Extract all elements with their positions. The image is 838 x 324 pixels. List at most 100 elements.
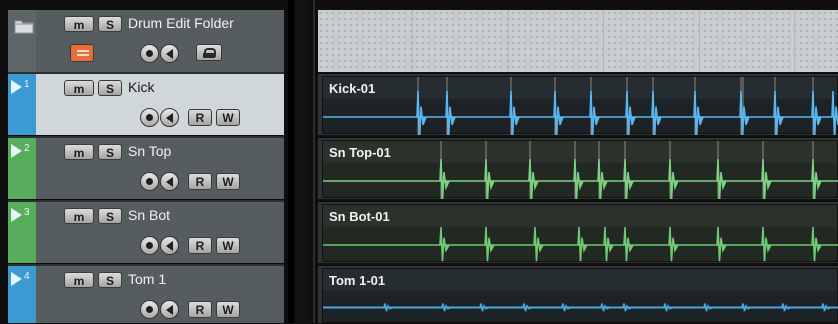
waveform-transient xyxy=(561,303,572,312)
audio-event-sn-bot-01[interactable]: Sn Bot-01 xyxy=(322,204,838,262)
waveform-transient xyxy=(739,90,750,135)
waveform-transient xyxy=(761,226,772,262)
track-divider xyxy=(8,264,284,266)
track-header-kick[interactable]: 1 m S Kick R W xyxy=(8,74,284,135)
folder-icon[interactable] xyxy=(14,18,34,34)
track-name[interactable]: Sn Top xyxy=(128,143,171,159)
track-color-strip[interactable]: 1 xyxy=(8,74,36,135)
waveform-transient xyxy=(445,90,456,135)
record-enable-button[interactable] xyxy=(140,108,159,127)
track-number: 2 xyxy=(24,143,30,154)
track-number: 3 xyxy=(24,207,30,218)
monitor-button[interactable] xyxy=(160,300,179,319)
waveform-transient xyxy=(484,226,495,262)
monitor-button[interactable] xyxy=(160,172,179,191)
record-enable-button[interactable] xyxy=(140,236,159,255)
folder-mute-button[interactable]: m xyxy=(64,16,94,32)
write-automation-button[interactable]: W xyxy=(216,301,240,318)
mute-button[interactable]: m xyxy=(64,144,94,160)
waveform-transient xyxy=(821,303,832,312)
waveform-transient xyxy=(589,90,600,135)
folder-track-lane[interactable] xyxy=(318,10,838,72)
waveform xyxy=(323,77,838,135)
record-enable-button[interactable] xyxy=(140,172,159,191)
solo-button[interactable]: S xyxy=(98,272,122,288)
audio-event-sn-top-01[interactable]: Sn Top-01 xyxy=(322,140,838,199)
monitor-button[interactable] xyxy=(160,108,179,127)
write-automation-button[interactable]: W xyxy=(216,237,240,254)
waveform-transient xyxy=(625,90,636,135)
waveform xyxy=(323,141,838,199)
play-triangle-icon[interactable] xyxy=(11,80,22,94)
play-triangle-icon[interactable] xyxy=(11,208,22,222)
waveform-transient xyxy=(663,303,674,312)
track-list-divider[interactable] xyxy=(288,0,294,323)
waveform-transient xyxy=(522,303,533,312)
track-header-tom-1[interactable]: 4 m S Tom 1 R W xyxy=(8,266,284,323)
waveform-transient xyxy=(577,226,588,262)
track-name[interactable]: Tom 1 xyxy=(128,271,166,287)
folder-track-controls: m S Drum Edit Folder xyxy=(36,10,284,72)
grid-line xyxy=(603,10,604,72)
read-automation-button[interactable]: R xyxy=(188,237,212,254)
waveform-transient xyxy=(623,226,634,262)
event-name: Kick-01 xyxy=(329,81,376,96)
read-automation-button[interactable]: R xyxy=(188,109,212,126)
event-display-border xyxy=(296,0,310,323)
track-color-strip[interactable]: 3 xyxy=(8,202,36,263)
mute-button[interactable]: m xyxy=(64,208,94,224)
waveform-transient xyxy=(533,226,544,262)
write-automation-button[interactable]: W xyxy=(216,109,240,126)
waveform-transient xyxy=(622,303,633,312)
waveform xyxy=(323,226,838,262)
play-triangle-icon[interactable] xyxy=(11,144,22,158)
waveform-transient xyxy=(741,303,752,312)
track-name[interactable]: Kick xyxy=(128,79,154,95)
track-header-sn-bot[interactable]: 3 m S Sn Bot R W xyxy=(8,202,284,263)
grid-line xyxy=(699,10,700,72)
audio-event-kick-01[interactable]: Kick-01 xyxy=(322,76,838,135)
project-window: m S Drum Edit Folder 1 m S Kick R W 2 m … xyxy=(0,0,838,323)
waveform-transient xyxy=(781,303,792,312)
waveform-transient xyxy=(811,226,822,262)
solo-button[interactable]: S xyxy=(98,80,122,96)
solo-button[interactable]: S xyxy=(98,208,122,224)
mute-button[interactable]: m xyxy=(64,272,94,288)
grid-line xyxy=(412,10,413,72)
mute-button[interactable]: m xyxy=(64,80,94,96)
track-color-strip[interactable]: 2 xyxy=(8,138,36,199)
waveform-transient xyxy=(600,303,611,312)
folder-record-enable-button[interactable] xyxy=(140,44,159,63)
waveform-transient xyxy=(603,226,614,262)
folder-monitor-button[interactable] xyxy=(160,44,179,63)
track-name[interactable]: Sn Bot xyxy=(128,207,170,223)
play-triangle-icon[interactable] xyxy=(11,272,22,286)
folder-track-name[interactable]: Drum Edit Folder xyxy=(128,15,234,31)
waveform-transient xyxy=(703,303,714,312)
folder-menu-icon[interactable] xyxy=(70,44,94,62)
record-enable-button[interactable] xyxy=(140,300,159,319)
waveform-transient xyxy=(509,90,520,135)
waveform-transient xyxy=(416,90,427,135)
read-automation-button[interactable]: R xyxy=(188,301,212,318)
folder-track-strip xyxy=(8,10,36,72)
write-automation-button[interactable]: W xyxy=(216,173,240,190)
waveform-transient xyxy=(441,303,452,312)
event-name: Sn Bot-01 xyxy=(329,209,390,224)
read-automation-button[interactable]: R xyxy=(188,173,212,190)
solo-button[interactable]: S xyxy=(98,144,122,160)
folder-track-header[interactable]: m S Drum Edit Folder xyxy=(8,10,284,72)
track-color-strip[interactable]: 4 xyxy=(8,266,36,323)
monitor-button[interactable] xyxy=(160,236,179,255)
track-number: 4 xyxy=(24,271,30,282)
waveform-transient xyxy=(479,303,490,312)
folder-solo-button[interactable]: S xyxy=(98,16,122,32)
waveform-transient xyxy=(651,90,662,135)
waveform-transient xyxy=(668,226,679,262)
lock-icon[interactable] xyxy=(196,44,222,61)
waveform-transient xyxy=(716,226,727,262)
track-controls: m S Sn Bot R W xyxy=(36,202,284,263)
track-header-sn-top[interactable]: 2 m S Sn Top R W xyxy=(8,138,284,199)
waveform-transient xyxy=(693,90,704,135)
audio-event-tom-1-01[interactable]: Tom 1-01 xyxy=(322,268,838,323)
